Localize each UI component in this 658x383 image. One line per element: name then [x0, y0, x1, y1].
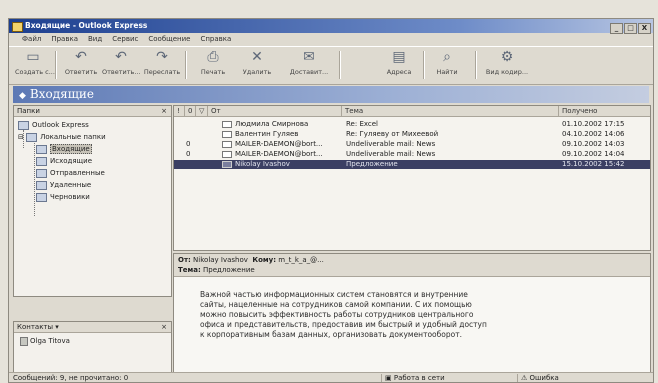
reply-button[interactable]: ↶ Ответить	[63, 49, 99, 82]
col-flag[interactable]: ▽	[196, 106, 208, 116]
col-received[interactable]: Получено	[559, 106, 650, 116]
find-button[interactable]: ⌕ Найти	[429, 49, 465, 82]
folder-sent[interactable]: Отправленные	[36, 168, 105, 178]
preview-from: Nikolay Ivashov	[193, 256, 248, 264]
message-row-selected[interactable]: Nikolay Ivashov Предложение 15.10.2002 1…	[174, 160, 650, 169]
menu-view[interactable]: Вид	[83, 34, 107, 45]
message-row[interactable]: Людмила Смирнова Re: Excel 01.10.2002 17…	[174, 120, 650, 129]
outlook-window: Входящие - Outlook Express _ □ X Файл Правк…	[8, 18, 654, 383]
folder-inbox[interactable]: Входящие	[36, 144, 92, 154]
reply-all-icon: ↶	[115, 49, 127, 65]
status-bar: Сообщений: 9, не прочитано: 0 ▣ Работа в…	[9, 372, 653, 382]
folder-outbox[interactable]: Исходящие	[36, 156, 92, 166]
status-mode: Работа в сети	[393, 374, 445, 382]
delete-icon: ✕	[251, 49, 263, 65]
contacts-pane: Контакты ▾ × Olga Titova	[13, 321, 172, 373]
message-row[interactable]: 0 MAILER-DAEMON@bort... Undeliverable ma…	[174, 150, 650, 159]
find-icon: ⌕	[443, 49, 451, 65]
deleted-items-icon	[36, 180, 47, 190]
print-icon: ⎙	[207, 49, 219, 65]
status-error: Ошибка	[529, 374, 559, 382]
preview-to: m_t_k_a_@...	[278, 256, 324, 264]
contacts-close-button[interactable]: ×	[161, 322, 167, 332]
encoding-icon: ⚙	[500, 49, 514, 65]
message-row[interactable]: 0 MAILER-DAEMON@bort... Undeliverable ma…	[174, 140, 650, 149]
sent-items-icon	[36, 168, 47, 178]
col-attachment[interactable]: 0	[185, 106, 196, 116]
reply-icon: ↶	[75, 49, 87, 65]
preview-pane: От: Nikolay Ivashov Кому: m_t_k_a_@... Т…	[173, 253, 651, 373]
envelope-icon	[222, 160, 232, 168]
address-book-icon: ▤	[392, 49, 406, 65]
address-book-button[interactable]: ▤ Адреса	[381, 49, 417, 82]
menu-tools[interactable]: Сервис	[107, 34, 143, 45]
reply-all-button[interactable]: ↶ Ответить...	[102, 49, 141, 82]
maximize-button[interactable]: □	[624, 23, 637, 34]
envelope-icon	[222, 140, 232, 148]
toolbar: ▭ Создать с... ↶ Ответить ↶ Ответить... ↷ Пе…	[9, 46, 653, 85]
folders-pane: Папки × Outlook Express ⊟ Локальные папки…	[13, 105, 172, 297]
menu-edit[interactable]: Правка	[46, 34, 83, 45]
menu-bar: Файл Правка Вид Сервис Сообщение Справка	[9, 34, 653, 45]
preview-body: Важной частью информационных систем стан…	[200, 290, 487, 339]
envelope-icon	[222, 120, 232, 128]
folders-close-button[interactable]: ×	[161, 106, 167, 116]
col-priority[interactable]: !	[174, 106, 185, 116]
create-mail-icon: ▭	[26, 49, 40, 65]
inbox-icon: ◆	[19, 91, 26, 101]
preview-subject: Предложение	[203, 266, 255, 274]
menu-message[interactable]: Сообщение	[143, 34, 195, 45]
status-message-count: Сообщений: 9, не прочитано: 0	[13, 374, 129, 382]
menu-help[interactable]: Справка	[195, 34, 236, 45]
drafts-icon	[36, 192, 47, 202]
menu-file[interactable]: Файл	[17, 34, 46, 45]
folders-header: Папки ×	[14, 106, 171, 117]
folder-outlook-express[interactable]: Outlook Express	[18, 120, 89, 130]
delete-button[interactable]: ✕ Удалить	[239, 49, 275, 82]
folder-local[interactable]: ⊟ Локальные папки	[18, 132, 106, 142]
encoding-button[interactable]: ⚙ Вид кодир...	[483, 49, 531, 82]
col-from[interactable]: От	[208, 106, 342, 116]
banner-title: Входящие	[29, 87, 94, 101]
contact-icon	[20, 336, 28, 346]
envelope-icon	[222, 150, 232, 158]
window-title: Входящие - Outlook Express	[25, 21, 148, 30]
preview-header: От: Nikolay Ivashov Кому: m_t_k_a_@... Т…	[174, 254, 650, 277]
folder-drafts[interactable]: Черновики	[36, 192, 90, 202]
close-button[interactable]: X	[638, 23, 651, 34]
message-row[interactable]: Валентин Гуляев Re: Гуляеву от Михеевой …	[174, 130, 650, 139]
warning-icon: ⚠	[521, 374, 530, 382]
outlook-express-icon	[18, 120, 29, 130]
title-bar: Входящие - Outlook Express _ □ X	[9, 19, 653, 34]
local-folders-icon	[26, 132, 38, 142]
network-icon: ▣	[385, 374, 394, 382]
envelope-icon	[222, 130, 232, 138]
col-subject[interactable]: Тема	[342, 106, 559, 116]
send-receive-button[interactable]: ✉ Доставит...	[287, 49, 331, 82]
print-button[interactable]: ⎙ Печать	[195, 49, 231, 82]
forward-button[interactable]: ↷ Переслать	[143, 49, 181, 82]
folder-banner: ◆ Входящие	[13, 86, 649, 103]
forward-icon: ↷	[156, 49, 168, 65]
outlook-express-icon	[12, 22, 23, 32]
message-list-header: ! 0 ▽ От Тема Получено	[174, 106, 650, 117]
minimize-button[interactable]: _	[610, 23, 623, 34]
folder-deleted[interactable]: Удаленные	[36, 180, 91, 190]
inbox-icon	[36, 144, 47, 154]
contacts-header[interactable]: Контакты ▾ ×	[14, 322, 171, 333]
outbox-icon	[36, 156, 47, 166]
contact-item[interactable]: Olga Titova	[20, 336, 70, 346]
create-mail-button[interactable]: ▭ Создать с...	[15, 49, 55, 82]
message-list: ! 0 ▽ От Тема Получено Людмила Смирнова …	[173, 105, 651, 251]
send-receive-icon: ✉	[303, 49, 315, 65]
